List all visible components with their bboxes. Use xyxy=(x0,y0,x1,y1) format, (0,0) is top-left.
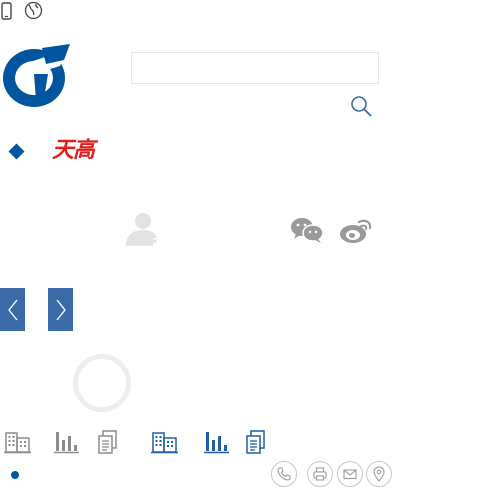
location-icon xyxy=(373,466,385,482)
wechat-icon[interactable] xyxy=(290,217,324,244)
search-icon[interactable] xyxy=(350,95,372,117)
mail-button[interactable] xyxy=(337,461,363,487)
phone-button[interactable] xyxy=(271,461,297,487)
fax-button[interactable] xyxy=(307,461,333,487)
mail-icon xyxy=(343,469,357,480)
carousel-next-button[interactable] xyxy=(48,288,73,331)
building-icon[interactable] xyxy=(4,430,31,454)
bar-chart-icon[interactable] xyxy=(54,430,79,454)
weibo-icon[interactable] xyxy=(339,216,375,244)
building-icon[interactable] xyxy=(151,430,178,454)
globe-icon[interactable] xyxy=(24,1,43,20)
phone-icon xyxy=(277,467,291,481)
document-icon[interactable] xyxy=(98,430,118,455)
fax-icon xyxy=(313,467,327,481)
location-button[interactable] xyxy=(366,461,392,487)
mobile-icon[interactable] xyxy=(1,2,13,20)
bar-chart-icon[interactable] xyxy=(204,430,229,454)
add-user-icon[interactable] xyxy=(124,212,162,246)
chevron-right-icon xyxy=(55,299,66,320)
chevron-left-icon xyxy=(7,299,18,320)
logo[interactable]: 天高 xyxy=(0,40,110,163)
carousel-dot[interactable] xyxy=(11,471,19,479)
diamond-icon[interactable] xyxy=(8,143,25,160)
carousel-prev-button[interactable] xyxy=(0,288,25,331)
search-input[interactable] xyxy=(131,52,379,84)
brand-text: 天高 xyxy=(52,138,95,163)
logo-mark xyxy=(3,44,70,107)
loading-spinner xyxy=(73,354,131,412)
document-icon[interactable] xyxy=(246,430,266,455)
